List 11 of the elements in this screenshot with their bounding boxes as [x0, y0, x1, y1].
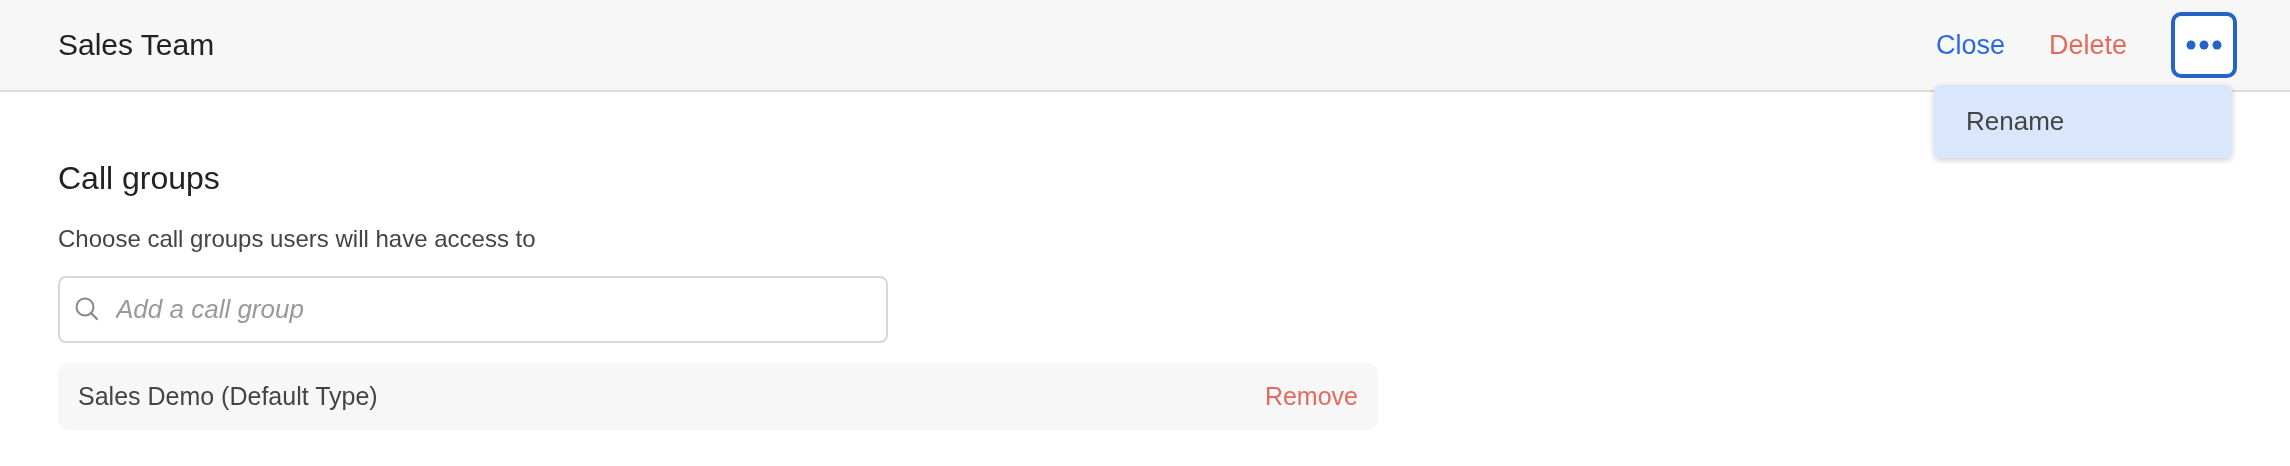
page-title: Sales Team	[58, 28, 216, 62]
more-icon	[2186, 40, 2222, 50]
call-group-name: Sales Demo (Default Type)	[78, 382, 378, 411]
delete-link[interactable]: Delete	[2048, 12, 2127, 78]
remove-link[interactable]: Remove	[1264, 382, 1358, 411]
close-link[interactable]: Close	[1935, 12, 2005, 78]
search-icon	[74, 296, 100, 322]
section-heading: Call groups	[58, 159, 221, 198]
more-button[interactable]	[2171, 12, 2237, 78]
section-description: Choose call groups users will have access to	[58, 224, 537, 254]
menu-item[interactable]: Rename	[1934, 85, 2232, 158]
